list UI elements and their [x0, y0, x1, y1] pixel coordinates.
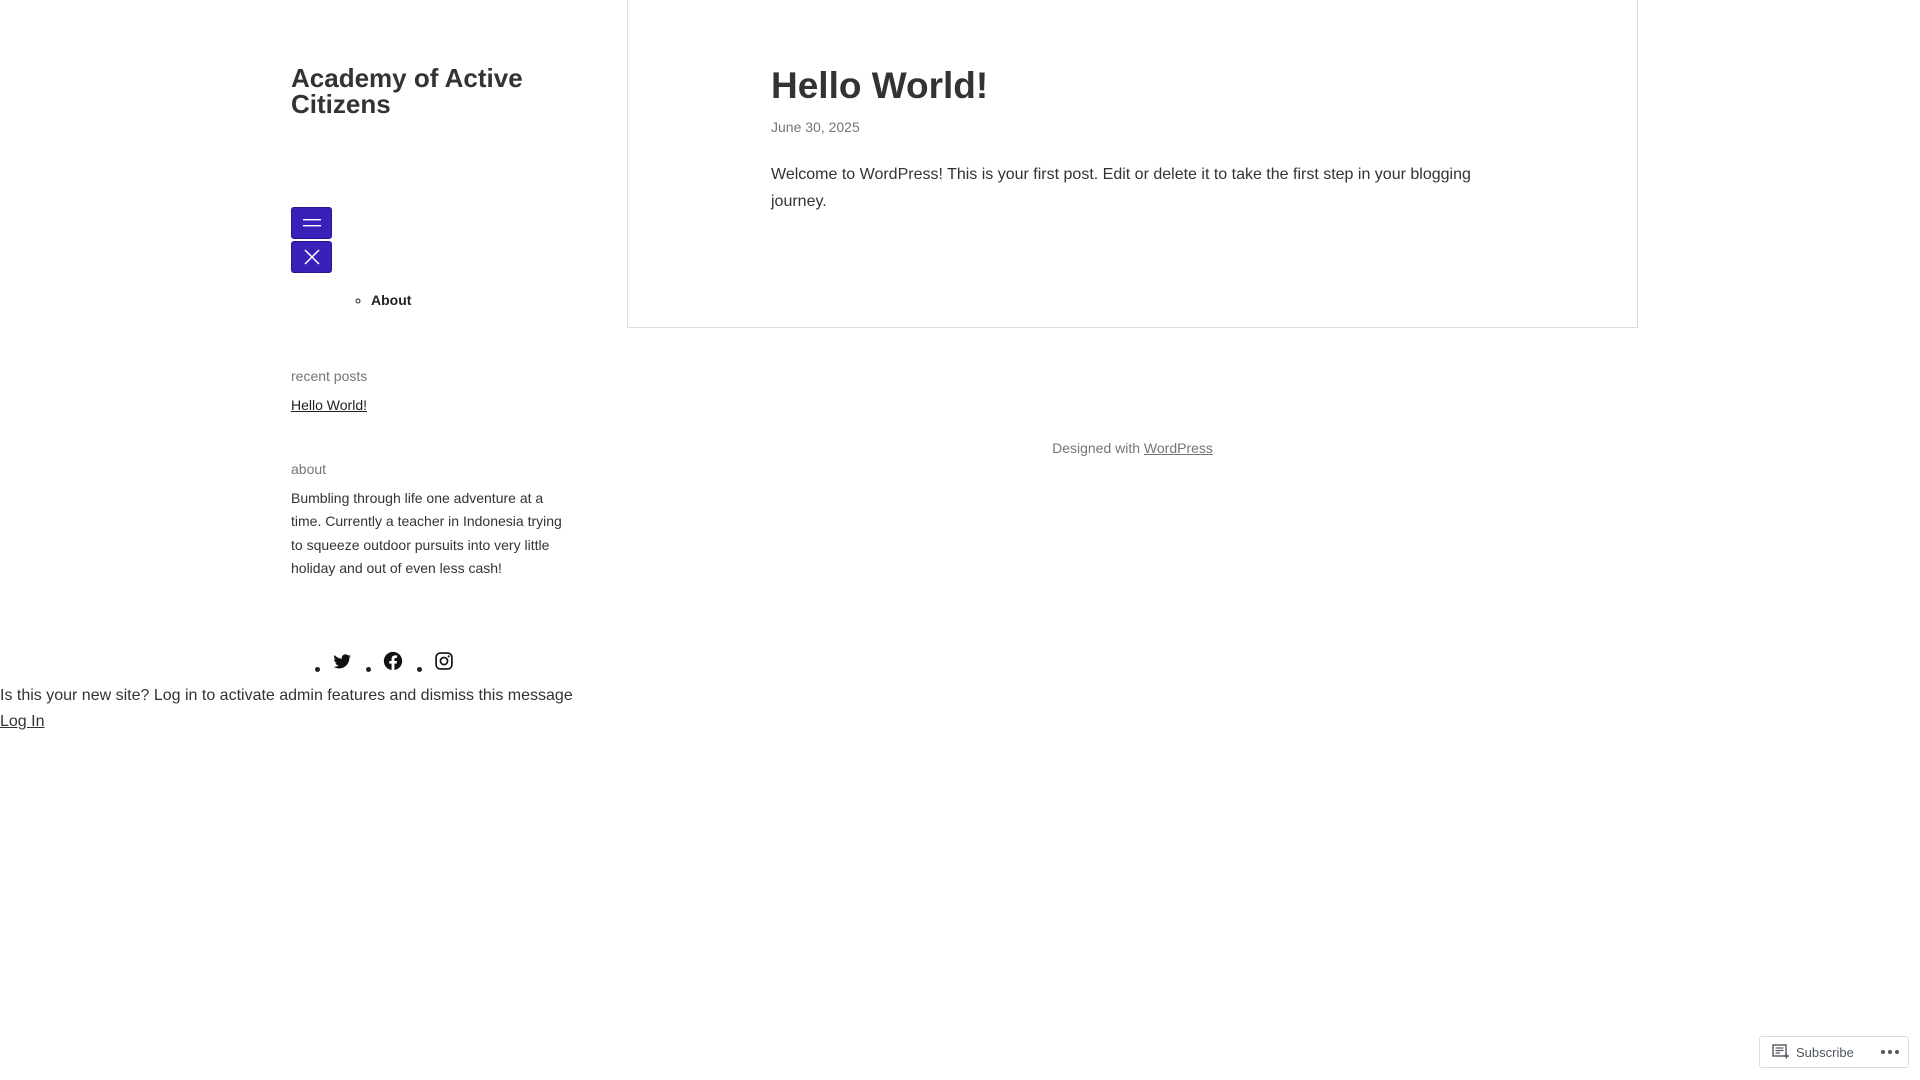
instagram-link[interactable]: [432, 649, 456, 673]
credit-prefix: Designed with: [1052, 440, 1141, 456]
social-item-instagram: [417, 649, 468, 673]
instagram-icon: [435, 652, 453, 670]
admin-notice-message: Is this your new site? Log in to activat…: [0, 687, 573, 704]
twitter-icon: [333, 654, 351, 669]
about-widget-text: Bumbling through life one adventure at a…: [291, 490, 562, 577]
post-title[interactable]: Hello World!: [771, 66, 988, 106]
menu-open-button[interactable]: [291, 207, 332, 239]
list-bullet: [366, 667, 371, 672]
subscribe-button[interactable]: Subscribe: [1772, 1044, 1854, 1060]
reader-icon: [1772, 1044, 1789, 1059]
list-bullet: [417, 667, 422, 672]
login-link[interactable]: Log In: [0, 709, 573, 735]
admin-notice: Is this your new site? Log in to activat…: [0, 683, 573, 735]
post-card: Hello World! June 30, 2025 Welcome to Wo…: [627, 0, 1638, 328]
twitter-link[interactable]: [330, 649, 354, 673]
facebook-link[interactable]: [381, 649, 405, 673]
footer-credit: Designed with WordPress: [627, 440, 1638, 456]
post-date[interactable]: June 30, 2025: [771, 119, 860, 135]
list-bullet: [315, 667, 320, 672]
recent-post-link[interactable]: Hello World!: [291, 397, 367, 413]
ellipsis-icon: [1881, 1050, 1899, 1054]
facebook-icon: [383, 651, 403, 671]
post-body: Welcome to WordPress! This is your first…: [771, 166, 1471, 210]
social-item-twitter: [315, 649, 366, 673]
more-options-button[interactable]: [1880, 1049, 1900, 1055]
menu-close-button[interactable]: [291, 241, 332, 273]
social-item-facebook: [366, 649, 417, 673]
hamburger-icon: [302, 219, 321, 227]
about-widget-title: about: [291, 461, 327, 477]
recent-posts-title: recent posts: [291, 368, 368, 384]
subscribe-bar: Subscribe: [1759, 1036, 1909, 1068]
nav-link-about[interactable]: About: [371, 292, 411, 308]
site-title[interactable]: Academy of Active Citizens: [291, 65, 571, 117]
subscribe-label: Subscribe: [1796, 1044, 1854, 1060]
close-icon: [303, 249, 320, 265]
primary-nav: About: [291, 290, 411, 310]
page: Academy of Active Citizens About recent …: [0, 0, 1920, 1080]
wordpress-link[interactable]: WordPress: [1144, 440, 1213, 456]
nav-item-about: About: [371, 290, 411, 310]
social-links: [315, 645, 468, 673]
